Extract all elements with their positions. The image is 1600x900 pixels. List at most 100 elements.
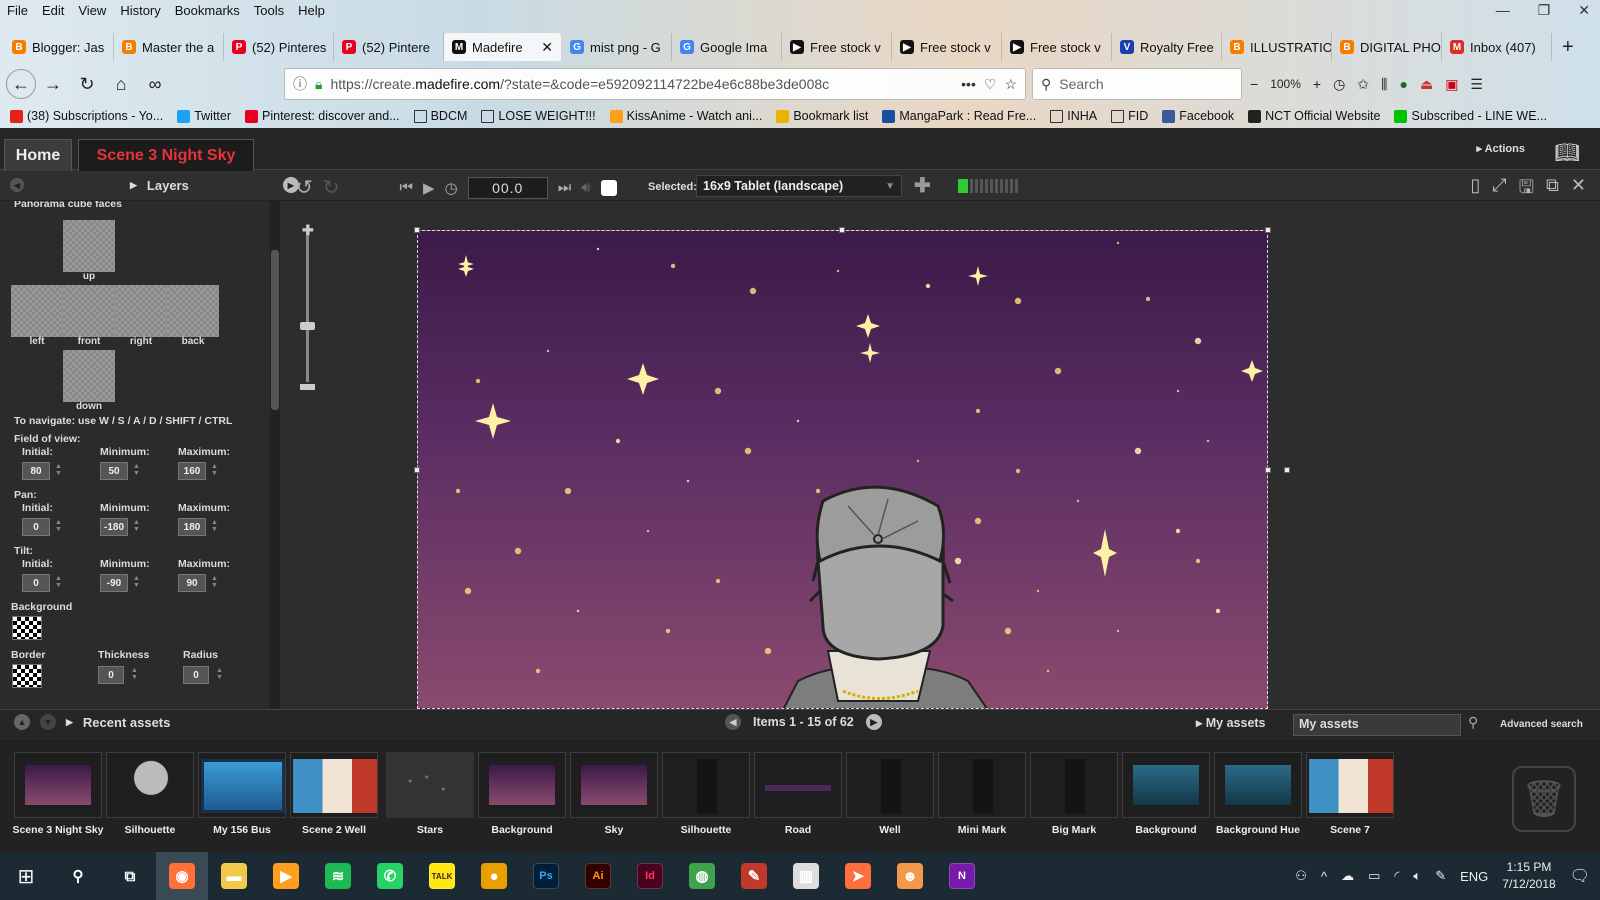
browser-tab[interactable]: ▶ Free stock v bbox=[782, 33, 892, 61]
people-icon[interactable]: ⚇ bbox=[1295, 868, 1307, 884]
cube-face-right[interactable] bbox=[115, 285, 167, 337]
my-assets-field[interactable]: My assets bbox=[1293, 714, 1461, 736]
asset-item[interactable]: Silhouette bbox=[106, 752, 194, 836]
search-icon[interactable]: ⚲ bbox=[1468, 714, 1478, 731]
app-icon[interactable]: ● bbox=[468, 852, 520, 900]
resize-handle[interactable] bbox=[1265, 227, 1271, 233]
add-icon[interactable]: ✚ bbox=[914, 173, 931, 198]
zoom-plus-icon[interactable]: ✚ bbox=[302, 222, 314, 239]
spinner-icon[interactable]: ▲ ▼ bbox=[133, 463, 140, 477]
battery-icon[interactable]: ▭ bbox=[1368, 868, 1380, 884]
asset-item[interactable]: Scene 3 Night Sky bbox=[12, 752, 104, 836]
collapse-up-icon[interactable]: ▲ bbox=[14, 714, 30, 730]
wifi-icon[interactable]: ◜ bbox=[1394, 868, 1399, 884]
clock-icon[interactable]: ◷ bbox=[445, 179, 458, 197]
reload-icon[interactable]: ↻ bbox=[70, 69, 104, 99]
pan-minimum-input[interactable]: -180 bbox=[100, 518, 128, 536]
my-assets-button[interactable]: ▸ My assets bbox=[1196, 715, 1266, 730]
volume-icon[interactable]: 🔊︎ bbox=[581, 179, 590, 196]
layers-toggle[interactable]: ◀ ▶ Layers ▶ bbox=[10, 177, 299, 193]
more-icon[interactable]: ••• bbox=[961, 76, 976, 92]
asset-item[interactable]: Big Mark bbox=[1030, 752, 1118, 836]
browser-tab[interactable]: B DIGITAL PHO bbox=[1332, 33, 1442, 61]
next-page-icon[interactable]: ▶ bbox=[865, 714, 882, 730]
pdf-icon[interactable]: ⏏ bbox=[1420, 76, 1433, 93]
browser-tab[interactable]: ▶ Free stock v bbox=[1002, 33, 1112, 61]
windows-start-icon[interactable]: ⊞ bbox=[0, 852, 52, 900]
resize-handle[interactable] bbox=[839, 227, 845, 233]
spinner-icon[interactable]: ▲ ▼ bbox=[55, 463, 62, 477]
character-icon[interactable]: ☻ bbox=[884, 852, 936, 900]
asset-item[interactable]: Background Hue bbox=[1214, 752, 1302, 836]
cube-face-up[interactable] bbox=[63, 220, 115, 272]
zoom-minus-icon[interactable] bbox=[300, 384, 315, 390]
search-icon[interactable]: ⚲ bbox=[52, 852, 104, 900]
firefox-icon[interactable]: ◉ bbox=[156, 852, 208, 900]
menu-help[interactable]: Help bbox=[291, 0, 332, 22]
resize-handle[interactable] bbox=[1265, 467, 1271, 473]
bookmark-item[interactable]: Twitter bbox=[177, 109, 231, 123]
search-bar[interactable]: ⚲ Search bbox=[1032, 68, 1242, 100]
browser-tab[interactable]: ▶ Free stock v bbox=[892, 33, 1002, 61]
illustrator-icon[interactable]: Ai bbox=[572, 852, 624, 900]
asset-item[interactable]: Mini Mark bbox=[938, 752, 1026, 836]
spinner-icon[interactable]: ▲ ▼ bbox=[133, 519, 140, 533]
skip-end-icon[interactable]: ⏭ bbox=[558, 179, 572, 196]
bookmark-item[interactable]: MangaPark : Read Fre... bbox=[882, 109, 1036, 123]
menu-file[interactable]: File bbox=[0, 0, 35, 22]
library-icon[interactable]: ⫼ bbox=[1381, 76, 1387, 93]
asset-item[interactable]: Scene 7 bbox=[1306, 752, 1394, 836]
indesign-icon[interactable]: Id bbox=[624, 852, 676, 900]
home-icon[interactable]: ⌂ bbox=[104, 69, 138, 99]
radius-input[interactable]: 0 bbox=[183, 666, 209, 684]
zoom-level[interactable]: 100% bbox=[1270, 77, 1301, 91]
spinner-icon[interactable]: ▲ ▼ bbox=[133, 575, 140, 589]
device-select[interactable]: 16x9 Tablet (landscape) ▼ bbox=[696, 175, 902, 197]
zoom-slider-track[interactable] bbox=[306, 232, 309, 382]
collapse-left-icon[interactable]: ◀ bbox=[10, 178, 24, 192]
asset-item[interactable]: Well bbox=[846, 752, 934, 836]
book-icon[interactable]: 📖︎ bbox=[1555, 140, 1580, 165]
tilt-minimum-input[interactable]: -90 bbox=[100, 574, 128, 592]
bookmark-item[interactable]: Bookmark list bbox=[776, 109, 868, 123]
undo-icon[interactable]: ↺ bbox=[296, 175, 313, 200]
pen-icon[interactable]: ✎ bbox=[1435, 868, 1446, 884]
pan-maximum-input[interactable]: 180 bbox=[178, 518, 206, 536]
star-list-icon[interactable]: ✩ bbox=[1357, 76, 1369, 93]
hamburger-menu-icon[interactable]: ☰ bbox=[1470, 76, 1483, 93]
prev-page-icon[interactable]: ◀ bbox=[725, 714, 741, 730]
asset-item[interactable]: Sky bbox=[570, 752, 658, 836]
asset-item[interactable]: Road bbox=[754, 752, 842, 836]
expand-down-icon[interactable]: ▼ bbox=[40, 714, 56, 730]
bookmark-item[interactable]: KissAnime - Watch ani... bbox=[609, 109, 762, 123]
pocket-save-icon[interactable]: ▣ bbox=[1445, 76, 1458, 93]
clock[interactable]: 1:15 PM 7/12/2018 bbox=[1502, 859, 1555, 893]
tab-home[interactable]: Home bbox=[4, 139, 72, 171]
forward-icon[interactable]: → bbox=[36, 69, 70, 99]
redo-icon[interactable]: ↻ bbox=[323, 175, 340, 200]
bookmark-star-icon[interactable]: ☆ bbox=[1004, 76, 1017, 93]
spinner-icon[interactable]: ▲ ▼ bbox=[131, 667, 138, 681]
extension-icon[interactable]: ● bbox=[1399, 76, 1407, 92]
bookmark-item[interactable]: LOSE WEIGHT!!! bbox=[481, 109, 596, 123]
tilt-initial-input[interactable]: 0 bbox=[22, 574, 50, 592]
kakaotalk-icon[interactable]: TALK bbox=[416, 852, 468, 900]
trash-icon[interactable]: 🗑︎ bbox=[1512, 766, 1576, 832]
spotify-icon[interactable]: ≋ bbox=[312, 852, 364, 900]
bookmark-item[interactable]: NCT Official Website bbox=[1248, 109, 1380, 123]
pan-initial-input[interactable]: 0 bbox=[22, 518, 50, 536]
minimize-icon[interactable]: — bbox=[1496, 2, 1510, 19]
browser-tab[interactable]: P (52) Pintere bbox=[334, 33, 444, 61]
bookmark-item[interactable]: Subscribed - LINE WE... bbox=[1394, 109, 1547, 123]
menu-view[interactable]: View bbox=[71, 0, 113, 22]
asset-item[interactable]: Scene 2 Well bbox=[290, 752, 378, 836]
advanced-search-link[interactable]: Advanced search bbox=[1500, 719, 1583, 730]
restore-icon[interactable]: ❐ bbox=[1538, 2, 1551, 19]
browser-tab[interactable]: M Inbox (407) bbox=[1442, 33, 1552, 61]
pocket-icon[interactable]: ♡ bbox=[984, 76, 997, 93]
pencil-icon[interactable]: ✎ bbox=[728, 852, 780, 900]
tilt-maximum-input[interactable]: 90 bbox=[178, 574, 206, 592]
color-swatch-icon[interactable] bbox=[600, 179, 617, 196]
scene-canvas[interactable] bbox=[417, 230, 1268, 709]
cube-face-down[interactable] bbox=[63, 350, 115, 402]
